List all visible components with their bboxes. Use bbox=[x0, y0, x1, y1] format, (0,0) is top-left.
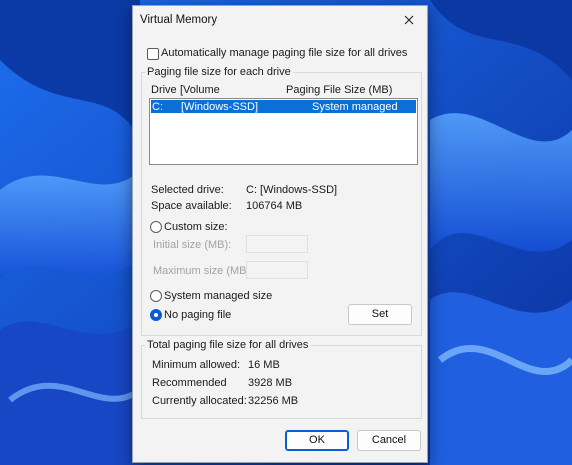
initial-size-input[interactable] bbox=[246, 235, 308, 253]
no-paging-label: No paging file bbox=[164, 309, 232, 321]
minimum-allowed-value: 16 MB bbox=[248, 359, 280, 371]
selected-drive-label: Selected drive: bbox=[151, 184, 224, 196]
set-button[interactable]: Set bbox=[348, 304, 412, 325]
space-available-value: 106764 MB bbox=[246, 200, 303, 212]
currently-allocated-value: 32256 MB bbox=[248, 395, 299, 407]
space-available-label: Space available: bbox=[151, 200, 232, 212]
recommended-value: 3928 MB bbox=[248, 377, 293, 389]
drives-listbox[interactable]: C: [Windows-SSD] System managed bbox=[149, 98, 418, 165]
window-title: Virtual Memory bbox=[140, 14, 218, 26]
drive-paging-size: System managed bbox=[312, 101, 398, 113]
drive-volume: [Windows-SSD] bbox=[181, 101, 259, 113]
drives-group-caption: Paging file size for each drive bbox=[145, 66, 293, 78]
selected-drive-value: C: [Windows-SSD] bbox=[246, 184, 338, 196]
custom-size-radio[interactable] bbox=[150, 221, 162, 233]
ok-button[interactable]: OK bbox=[285, 430, 349, 451]
column-header-drive: Drive bbox=[151, 84, 177, 96]
auto-manage-label: Automatically manage paging file size fo… bbox=[161, 47, 408, 59]
minimum-allowed-label: Minimum allowed: bbox=[152, 359, 241, 371]
auto-manage-checkbox[interactable] bbox=[147, 48, 159, 60]
initial-size-label: Initial size (MB): bbox=[153, 239, 232, 251]
drive-letter: C: bbox=[152, 101, 163, 113]
drive-row-c[interactable]: C: [Windows-SSD] System managed bbox=[151, 100, 416, 113]
recommended-label: Recommended bbox=[152, 377, 227, 389]
column-header-size: Paging File Size (MB) bbox=[286, 84, 393, 96]
totals-group-caption: Total paging file size for all drives bbox=[145, 339, 311, 351]
currently-allocated-label: Currently allocated: bbox=[152, 395, 247, 407]
no-paging-radio[interactable] bbox=[150, 309, 162, 321]
virtual-memory-dialog: Virtual Memory Automatically manage pagi… bbox=[132, 5, 428, 463]
close-button[interactable] bbox=[391, 6, 427, 34]
custom-size-label: Custom size: bbox=[164, 221, 228, 233]
column-header-volume: [Volume bbox=[180, 84, 220, 96]
title-bar: Virtual Memory bbox=[133, 6, 427, 34]
system-managed-label: System managed size bbox=[164, 290, 273, 302]
cancel-button[interactable]: Cancel bbox=[357, 430, 421, 451]
maximum-size-input[interactable] bbox=[246, 261, 308, 279]
system-managed-radio[interactable] bbox=[150, 290, 162, 302]
close-icon bbox=[404, 15, 414, 25]
maximum-size-label: Maximum size (MB): bbox=[153, 265, 254, 277]
